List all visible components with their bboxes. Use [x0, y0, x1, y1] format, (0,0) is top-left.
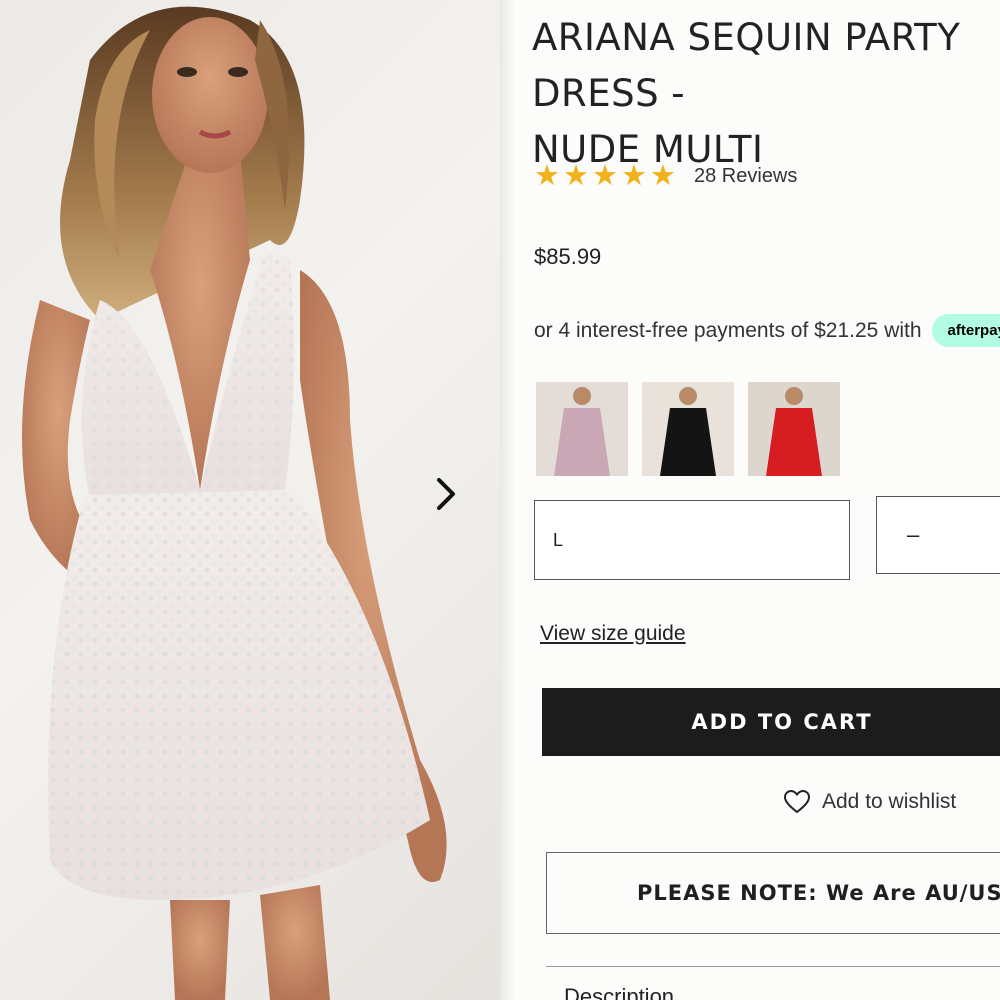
nude-multi-thumbnail[interactable]: [536, 382, 628, 476]
product-price: $85.99: [534, 244, 602, 269]
star-icon: ★: [534, 160, 560, 192]
star-rating: ★ ★ ★ ★ ★: [534, 160, 676, 192]
thumbnail-image: [660, 387, 716, 476]
reviews-link[interactable]: 28 Reviews: [694, 165, 797, 188]
quantity-decrease-button[interactable]: –: [876, 496, 1000, 574]
star-icon: ★: [650, 160, 676, 192]
installment-text: or 4 interest-free payments of $21.25 wi…: [534, 318, 922, 342]
add-to-cart-button[interactable]: ADD TO CART: [542, 688, 1000, 756]
section-divider: [546, 966, 1000, 967]
product-main-photo: [22, 6, 447, 1000]
product-rating: ★ ★ ★ ★ ★ 28 Reviews: [534, 160, 797, 192]
star-icon: ★: [563, 160, 589, 192]
chevron-right-icon: [437, 478, 455, 510]
thumbnail-image: [554, 387, 610, 476]
color-variant-thumbnails: [536, 382, 840, 476]
thumbnail-image: [766, 387, 822, 476]
wishlist-label: Add to wishlist: [822, 790, 957, 813]
black-thumbnail[interactable]: [642, 382, 734, 476]
product-image-gallery: [0, 0, 500, 1000]
red-thumbnail[interactable]: [748, 382, 840, 476]
description-accordion[interactable]: Description: [564, 984, 674, 1000]
product-title: ARIANA SEQUIN PARTY DRESS - NUDE MULTI: [532, 16, 961, 171]
afterpay-badge[interactable]: afterpay: [931, 314, 1000, 347]
installment-info: or 4 interest-free payments of $21.25 wi…: [534, 314, 1000, 347]
shipping-notice-box: PLEASE NOTE: We Are AU/US BASED: [546, 852, 1000, 934]
panel-divider: [500, 0, 514, 1000]
size-select[interactable]: L: [534, 500, 850, 580]
star-icon: ★: [621, 160, 647, 192]
add-to-wishlist-button[interactable]: Add to wishlist: [784, 790, 956, 814]
heart-icon: [784, 790, 810, 814]
gallery-next-button[interactable]: [428, 474, 464, 514]
star-icon: ★: [592, 160, 618, 192]
product-details-panel: ARIANA SEQUIN PARTY DRESS - NUDE MULTI ★…: [514, 0, 1000, 1000]
size-guide-link[interactable]: View size guide: [540, 622, 686, 646]
